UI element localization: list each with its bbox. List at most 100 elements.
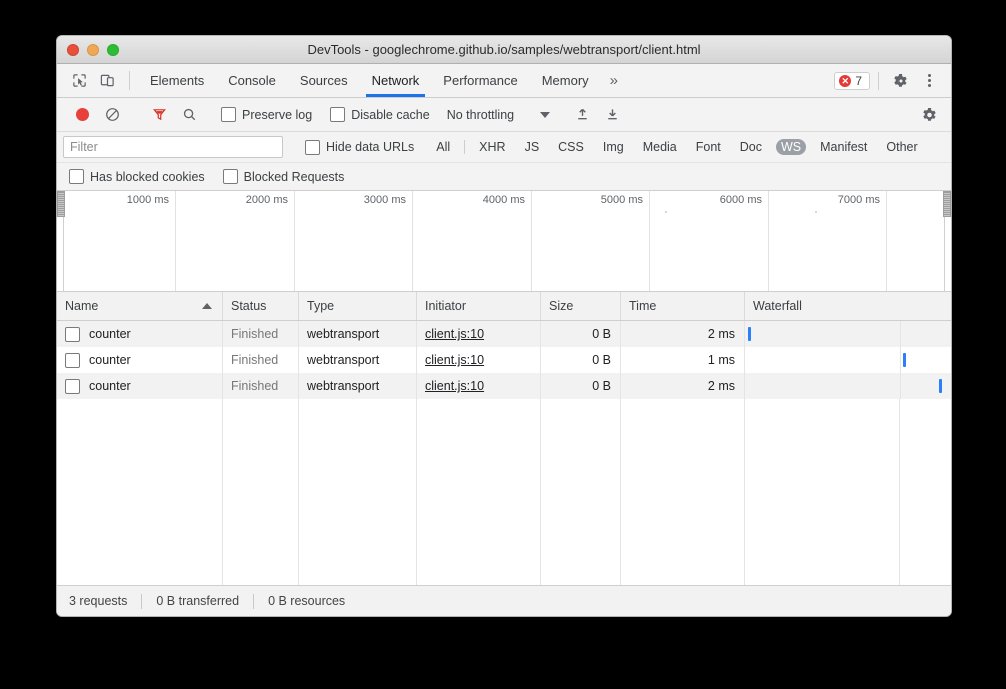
cell-initiator-link[interactable]: client.js:10 (425, 327, 484, 341)
error-count-label: 7 (855, 74, 862, 88)
table-row[interactable]: counter Finished webtransport client.js:… (57, 373, 951, 399)
column-header-status[interactable]: Status (223, 292, 299, 320)
error-circle-icon: ✕ (839, 75, 851, 87)
waterfall-gridline (900, 373, 901, 399)
network-request-table: Name Status Type Initiator Size Time (57, 292, 951, 616)
filter-funnel-icon[interactable] (144, 103, 174, 127)
summary-divider-2 (253, 594, 254, 609)
cell-size: 0 B (592, 379, 611, 393)
network-overview-timeline[interactable]: 1000 ms 2000 ms 3000 ms 4000 ms 5000 ms … (57, 191, 951, 292)
overview-grip-left[interactable] (57, 191, 65, 217)
column-header-type[interactable]: Type (299, 292, 417, 320)
disable-cache-checkbox[interactable]: Disable cache (330, 107, 430, 122)
gear-icon[interactable] (887, 73, 915, 89)
cell-name: counter (89, 379, 131, 393)
column-header-size-label: Size (549, 299, 573, 313)
overview-grip-right[interactable] (943, 191, 951, 217)
screenshot-root: DevTools - googlechrome.github.io/sample… (0, 0, 1006, 689)
hide-data-urls-label: Hide data URLs (326, 140, 414, 154)
cell-name: counter (89, 327, 131, 341)
overview-tick-5: 5000 ms (601, 194, 647, 206)
cell-initiator-link[interactable]: client.js:10 (425, 379, 484, 393)
cell-time: 2 ms (708, 327, 735, 341)
overview-request-mark-2 (815, 211, 817, 213)
summary-resources: 0 B resources (268, 594, 359, 608)
row-checkbox[interactable] (65, 327, 80, 342)
overview-gridline-3 (412, 191, 413, 291)
table-row[interactable]: counter Finished webtransport client.js:… (57, 321, 951, 347)
filter-type-media[interactable]: Media (638, 139, 682, 155)
minimize-window-button[interactable] (87, 44, 99, 56)
devtools-tab-strip: Elements Console Sources Network Perform… (57, 64, 951, 98)
tab-elements-label: Elements (150, 73, 204, 88)
device-toolbar-icon[interactable] (93, 64, 121, 97)
filter-input[interactable] (63, 136, 283, 158)
column-header-time[interactable]: Time (621, 292, 745, 320)
tab-network-label: Network (372, 73, 420, 88)
summary-divider-1 (141, 594, 142, 609)
filter-type-manifest[interactable]: Manifest (815, 139, 872, 155)
column-header-waterfall[interactable]: Waterfall (745, 292, 951, 320)
search-icon[interactable] (174, 103, 204, 127)
export-har-icon[interactable] (597, 103, 627, 127)
overview-gridline-4 (531, 191, 532, 291)
tab-elements[interactable]: Elements (138, 64, 216, 97)
import-har-icon[interactable] (567, 103, 597, 127)
has-blocked-cookies-checkbox[interactable]: Has blocked cookies (69, 169, 205, 184)
overview-tick-6: 6000 ms (720, 194, 766, 206)
column-header-name[interactable]: Name (57, 292, 223, 320)
hide-data-urls-checkbox[interactable]: Hide data URLs (305, 140, 414, 155)
column-header-initiator[interactable]: Initiator (417, 292, 541, 320)
tab-performance-label: Performance (443, 73, 517, 88)
clear-icon[interactable] (97, 103, 127, 127)
tab-console[interactable]: Console (216, 64, 288, 97)
cell-type: webtransport (307, 353, 379, 367)
sort-ascending-icon (202, 303, 212, 309)
column-header-name-label: Name (65, 299, 98, 313)
waterfall-gridline (900, 347, 901, 373)
has-blocked-cookies-box (69, 169, 84, 184)
tab-sources[interactable]: Sources (288, 64, 360, 97)
window-titlebar: DevTools - googlechrome.github.io/sample… (57, 36, 951, 64)
waterfall-gridline (900, 321, 901, 347)
tab-memory[interactable]: Memory (530, 64, 601, 97)
table-row[interactable]: counter Finished webtransport client.js:… (57, 347, 951, 373)
maximize-window-button[interactable] (107, 44, 119, 56)
error-count-badge[interactable]: ✕ 7 (834, 72, 870, 90)
record-button[interactable] (67, 103, 97, 127)
cell-waterfall (745, 347, 951, 373)
throttling-dropdown[interactable]: No throttling (447, 108, 550, 122)
filter-type-all[interactable]: All (431, 139, 455, 155)
network-summary-bar: 3 requests 0 B transferred 0 B resources (57, 585, 951, 616)
filter-type-xhr[interactable]: XHR (474, 139, 510, 155)
kebab-menu-icon[interactable] (915, 74, 943, 87)
filter-type-img[interactable]: Img (598, 139, 629, 155)
cell-initiator-link[interactable]: client.js:10 (425, 353, 484, 367)
blocked-requests-checkbox[interactable]: Blocked Requests (223, 169, 345, 184)
filter-type-js[interactable]: JS (520, 139, 545, 155)
filter-type-other[interactable]: Other (881, 139, 922, 155)
table-header-row: Name Status Type Initiator Size Time (57, 292, 951, 321)
inspect-element-icon[interactable] (65, 64, 93, 97)
overview-gridline-1 (175, 191, 176, 291)
table-body: counter Finished webtransport client.js:… (57, 321, 951, 585)
preserve-log-box (221, 107, 236, 122)
cell-name: counter (89, 353, 131, 367)
close-window-button[interactable] (67, 44, 79, 56)
row-checkbox[interactable] (65, 353, 80, 368)
row-checkbox[interactable] (65, 379, 80, 394)
preserve-log-checkbox[interactable]: Preserve log (221, 107, 312, 122)
column-header-status-label: Status (231, 299, 266, 313)
filter-type-css[interactable]: CSS (553, 139, 589, 155)
tab-performance[interactable]: Performance (431, 64, 529, 97)
cell-type: webtransport (307, 327, 379, 341)
network-settings-gear-icon[interactable] (915, 103, 945, 127)
filter-type-doc[interactable]: Doc (735, 139, 767, 155)
more-tabs-button[interactable]: » (601, 64, 627, 97)
tabstrip-divider (878, 72, 879, 90)
tab-network[interactable]: Network (360, 64, 432, 97)
filter-type-font[interactable]: Font (691, 139, 726, 155)
column-header-size[interactable]: Size (541, 292, 621, 320)
filter-type-ws[interactable]: WS (776, 139, 806, 155)
tab-memory-label: Memory (542, 73, 589, 88)
